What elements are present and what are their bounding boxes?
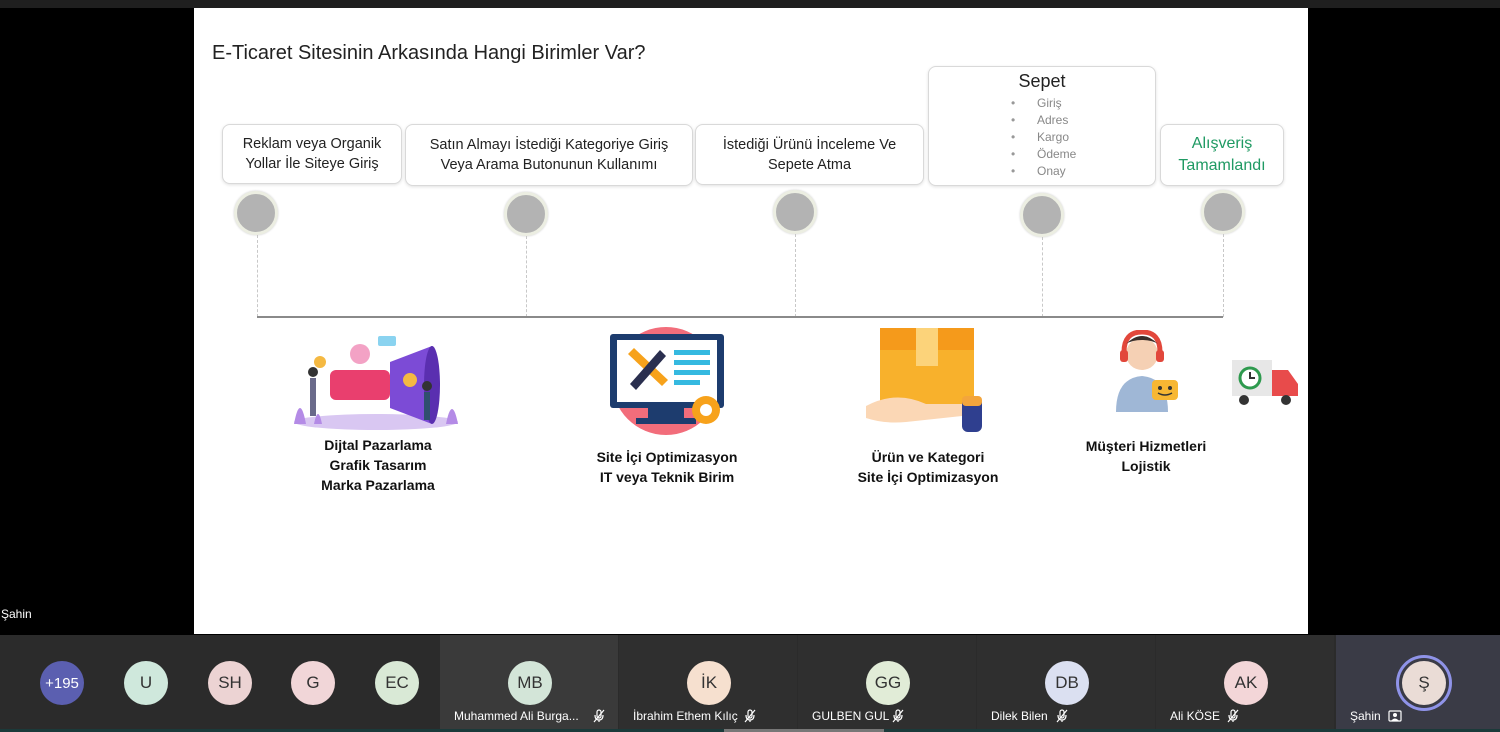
step-label-done: Alışveriş Tamamlandı <box>1178 135 1266 174</box>
avatar-initials: DB <box>1055 673 1079 692</box>
participant-tile-gg[interactable]: GG GULBEN GUL <box>798 635 976 732</box>
avatar: GG <box>866 661 910 705</box>
basket-item: Ödeme <box>1011 146 1149 163</box>
mic-muted-icon <box>1227 709 1239 723</box>
participant-tile-mb[interactable]: MB Muhammed Ali Burga... <box>440 635 618 732</box>
participant-avatar-ec[interactable]: EC <box>375 661 419 705</box>
mic-muted-icon <box>744 709 756 723</box>
shared-slide: E-Ticaret Sitesinin Arkasında Hangi Biri… <box>194 8 1308 634</box>
timeline-node-1 <box>234 191 278 235</box>
participant-name: Dilek Bilen <box>991 709 1048 723</box>
more-count: +195 <box>45 674 79 692</box>
product-box-illustration <box>866 328 982 432</box>
dept-line: Site İçi Optimizasyon <box>857 469 999 485</box>
mic-muted-icon <box>892 709 904 723</box>
participant-tile-self[interactable]: Ş Şahin <box>1336 635 1500 732</box>
avatar-initials: MB <box>517 673 543 692</box>
dept-line: Grafik Tasarım <box>329 457 427 473</box>
basket-item: Giriş <box>1011 95 1149 112</box>
participant-avatar-g[interactable]: G <box>291 661 335 705</box>
participant-tile-ik[interactable]: İK İbrahim Ethem Kılıç <box>619 635 797 732</box>
participant-name: Ali KÖSE <box>1170 709 1221 723</box>
step-box-3: İstediği Ürünü İnceleme Ve Sepete Atma <box>695 124 924 185</box>
step-box-1: Reklam veya Organik Yollar İle Siteye Gi… <box>222 124 402 184</box>
dept-label-it: Site İçi Optimizasyon IT veya Teknik Bir… <box>577 447 757 487</box>
participant-tile-ak[interactable]: AK Ali KÖSE <box>1156 635 1334 732</box>
participant-name: GULBEN GUL <box>812 709 890 723</box>
timeline-node-4 <box>1020 193 1064 237</box>
delivery-truck-illustration <box>1232 360 1298 405</box>
avatar-initials: AK <box>1234 673 1258 692</box>
timeline-node-3 <box>773 190 817 234</box>
participant-avatar-u[interactable]: U <box>124 661 168 705</box>
timeline-node-2 <box>504 192 548 236</box>
step-box-basket: Sepet Giriş Adres Kargo Ödeme Onay <box>928 66 1156 186</box>
basket-item: Onay <box>1011 163 1149 180</box>
mic-muted-icon <box>1056 709 1068 723</box>
step-label-1: Reklam veya Organik Yollar İle Siteye Gi… <box>242 136 382 172</box>
basket-list: Giriş Adres Kargo Ödeme Onay <box>935 95 1149 180</box>
basket-item: Adres <box>1011 112 1149 129</box>
dept-label-marketing: Dijtal Pazarlama Grafik Tasarım Marka Pa… <box>288 435 468 495</box>
mic-muted-icon <box>593 709 605 723</box>
slide-title: E-Ticaret Sitesinin Arkasında Hangi Biri… <box>212 42 646 64</box>
dept-line: Ürün ve Kategori <box>871 449 985 465</box>
participant-bar: +195 U SH G EC MB Muhammed Ali Burga... … <box>0 635 1500 732</box>
avatar-initials: U <box>139 673 153 692</box>
timeline-node-5 <box>1201 190 1245 234</box>
avatar-initials: EC <box>385 673 409 692</box>
step-label-2: Satın Almayı İstediği Kategoriye Giriş V… <box>429 137 669 173</box>
avatar-initials: G <box>306 673 320 692</box>
dept-line: Dijtal Pazarlama <box>324 437 432 453</box>
presenter-name-label: Şahin <box>1 607 32 621</box>
avatar-initials: İK <box>700 673 718 692</box>
avatar: DB <box>1045 661 1089 705</box>
participant-tile-db[interactable]: DB Dilek Bilen <box>977 635 1155 732</box>
avatar: Ş <box>1402 661 1446 705</box>
connector-5 <box>1223 234 1224 317</box>
connector-2 <box>526 236 527 317</box>
it-optimization-illustration <box>610 327 724 435</box>
more-participants-button[interactable]: +195 <box>40 661 84 705</box>
avatar: İK <box>687 661 731 705</box>
dept-line: IT veya Teknik Birim <box>599 469 735 485</box>
participant-avatar-sh[interactable]: SH <box>208 661 252 705</box>
participant-name: Muhammed Ali Burga... <box>454 709 579 723</box>
dept-line: Site İçi Optimizasyon <box>596 449 738 465</box>
connector-3 <box>795 234 796 317</box>
dept-label-customer-service: Müşteri Hizmetleri Lojistik <box>1056 436 1236 476</box>
avatar: AK <box>1224 661 1268 705</box>
avatar-initials: Ş <box>1418 673 1430 692</box>
avatar: MB <box>508 661 552 705</box>
participant-name: İbrahim Ethem Kılıç <box>633 709 738 723</box>
dept-line: Müşteri Hizmetleri <box>1085 438 1207 454</box>
customer-service-illustration <box>1116 330 1178 412</box>
avatar-initials: GG <box>874 673 902 692</box>
step-box-done: Alışveriş Tamamlandı <box>1160 124 1284 186</box>
timeline-base-line <box>257 316 1223 318</box>
basket-item: Kargo <box>1011 129 1149 146</box>
dept-line: Lojistik <box>1121 458 1171 474</box>
step-label-3: İstediği Ürünü İnceleme Ve Sepete Atma <box>722 136 897 173</box>
avatar-initials: SH <box>218 673 242 692</box>
window-top-strip <box>0 0 1500 8</box>
digital-marketing-illustration <box>294 336 458 430</box>
step-box-2: Satın Almayı İstediği Kategoriye Giriş V… <box>405 124 693 186</box>
dept-line: Marka Pazarlama <box>321 477 435 493</box>
connector-1 <box>257 235 258 317</box>
presenter-icon <box>1388 710 1402 722</box>
participant-name: Şahin <box>1350 709 1381 723</box>
dept-label-product: Ürün ve Kategori Site İçi Optimizasyon <box>838 447 1018 487</box>
connector-4 <box>1042 237 1043 317</box>
basket-title: Sepet <box>1018 71 1066 91</box>
